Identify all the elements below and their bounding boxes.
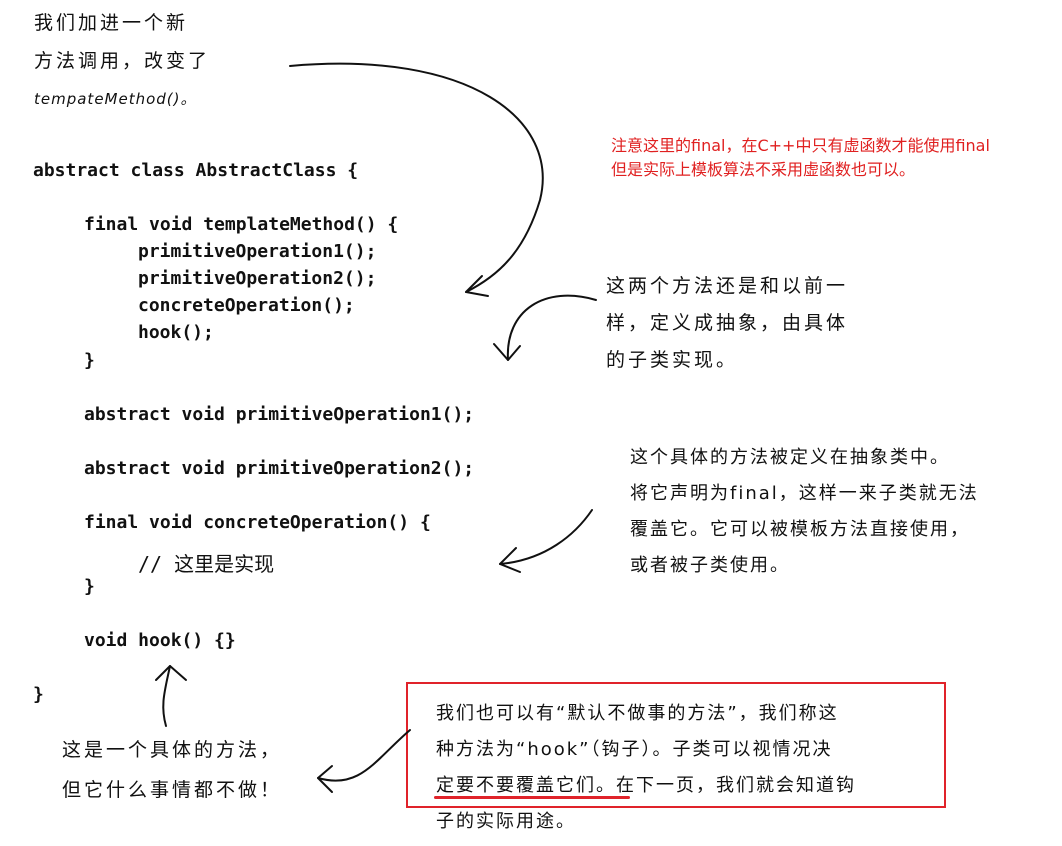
arrowhead-concrete-operation xyxy=(499,547,521,573)
arrow-to-hook-method xyxy=(162,665,171,727)
arrow-box-to-hook-note xyxy=(317,729,411,782)
arrow-to-template-calls xyxy=(289,62,544,293)
arrows-overlay xyxy=(155,62,597,793)
arrow-to-abstract-decls xyxy=(506,294,597,361)
arrowhead-hook-method xyxy=(155,665,187,681)
arrow-to-concrete-operation xyxy=(499,509,593,565)
